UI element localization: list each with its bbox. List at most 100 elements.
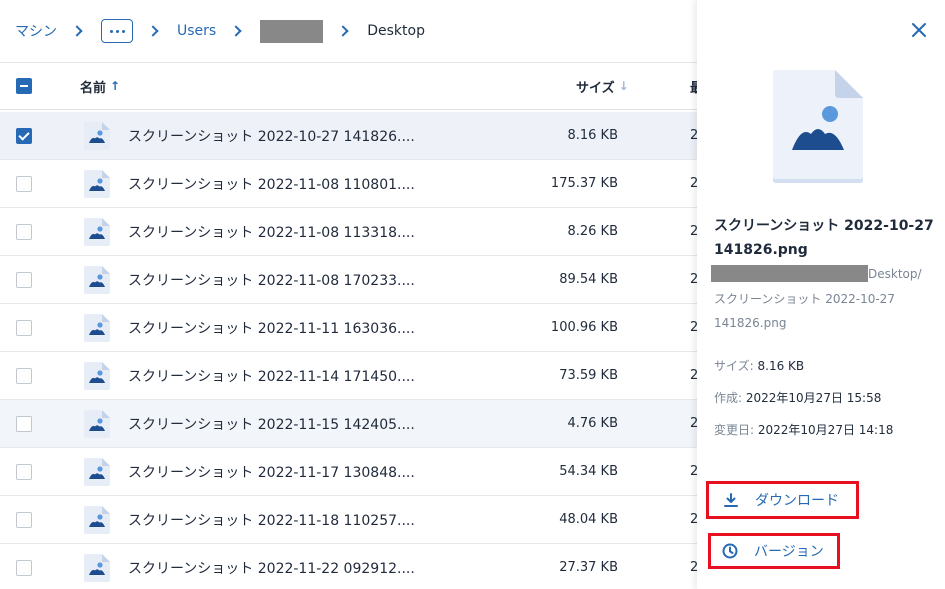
image-file-icon	[84, 121, 110, 150]
column-header-name[interactable]: 名前 ↑	[80, 77, 576, 96]
image-file-icon	[84, 505, 110, 534]
table-row[interactable]: スクリーンショット 2022-11-08 110801.... 175.37 KB…	[0, 160, 697, 208]
meta-size-value: 8.16 KB	[757, 359, 805, 373]
chevron-right-icon	[71, 25, 83, 37]
row-checkbox[interactable]	[16, 319, 32, 336]
row-checkbox[interactable]	[16, 463, 32, 480]
file-title: スクリーンショット 2022-10-27 141826.png	[714, 218, 934, 258]
file-name[interactable]: スクリーンショット 2022-11-15 142405....	[128, 414, 473, 434]
table-row[interactable]: スクリーンショット 2022-11-22 092912.... 27.37 KB 2	[0, 544, 697, 589]
file-size: 89.54 KB	[559, 272, 618, 287]
file-name[interactable]: スクリーンショット 2022-11-17 130848....	[128, 462, 473, 482]
clock-icon	[722, 543, 738, 559]
column-name-label: 名前	[80, 80, 107, 96]
image-file-icon	[84, 361, 110, 390]
meta-created-value: 2022年10月27日 15:58	[745, 391, 882, 405]
row-check-cell	[0, 319, 80, 336]
image-file-icon	[84, 169, 110, 198]
row-check-cell	[0, 415, 80, 432]
meta-modified-value: 2022年10月27日 14:18	[757, 423, 894, 437]
download-button[interactable]: ダウンロード	[706, 481, 859, 519]
table-row[interactable]: スクリーンショット 2022-11-11 163036.... 100.96 KB…	[0, 304, 697, 352]
details-panel: スクリーンショット 2022-10-27 141826.png Desktop/…	[697, 0, 945, 589]
file-date: 2	[690, 128, 697, 143]
meta-size-label: サイズ:	[714, 359, 754, 373]
row-check-cell	[0, 511, 80, 528]
row-check-cell	[0, 463, 80, 480]
row-checkbox[interactable]	[16, 271, 32, 288]
file-name[interactable]: スクリーンショット 2022-11-22 092912....	[128, 558, 473, 578]
table-row[interactable]: スクリーンショット 2022-11-14 171450.... 73.59 KB 2	[0, 352, 697, 400]
sort-ascending-icon: ↑	[110, 79, 121, 93]
file-date: 2	[690, 224, 697, 239]
version-button[interactable]: バージョン	[708, 533, 840, 569]
chevron-right-icon	[230, 25, 242, 37]
meta-created: 作成: 2022年10月27日 15:58	[714, 389, 881, 406]
version-label: バージョン	[754, 544, 824, 560]
select-all-checkbox[interactable]	[16, 78, 32, 94]
breadcrumb-redacted-user[interactable]	[260, 19, 324, 43]
row-checkbox[interactable]	[16, 367, 32, 384]
row-checkbox[interactable]	[16, 415, 32, 432]
breadcrumb-machine[interactable]: マシン	[15, 21, 57, 41]
image-file-icon	[84, 409, 110, 438]
image-file-icon	[84, 553, 110, 582]
meta-size: サイズ: 8.16 KB	[714, 357, 804, 374]
row-checkbox[interactable]	[16, 511, 32, 528]
row-check-cell	[0, 127, 80, 144]
file-path: Desktop/	[711, 265, 922, 282]
table-row[interactable]: スクリーンショット 2022-11-08 170233.... 89.54 KB 2	[0, 256, 697, 304]
list-header: 名前 ↑ サイズ ↓ 最	[0, 62, 697, 110]
close-icon[interactable]	[911, 22, 927, 38]
file-date: 2	[690, 272, 697, 287]
file-size: 175.37 KB	[550, 176, 618, 191]
file-date: 2	[690, 560, 697, 575]
file-name[interactable]: スクリーンショット 2022-11-08 113318....	[128, 222, 473, 242]
chevron-right-icon	[147, 25, 159, 37]
row-checkbox[interactable]	[16, 127, 32, 144]
column-header-modified[interactable]: 最	[690, 77, 697, 96]
row-check-cell	[0, 367, 80, 384]
file-name[interactable]: スクリーンショット 2022-11-08 170233....	[128, 270, 473, 290]
file-name[interactable]: スクリーンショット 2022-10-27 141826....	[128, 126, 473, 146]
file-size: 8.26 KB	[567, 224, 618, 239]
file-name[interactable]: スクリーンショット 2022-11-14 171450....	[128, 366, 473, 386]
column-size-label: サイズ	[576, 80, 615, 96]
meta-modified: 変更日: 2022年10月27日 14:18	[714, 421, 893, 438]
image-file-icon	[84, 457, 110, 486]
file-date: 2	[690, 176, 697, 191]
dot-icon	[121, 29, 125, 33]
table-row[interactable]: スクリーンショット 2022-11-18 110257.... 48.04 KB 2	[0, 496, 697, 544]
image-file-icon	[84, 265, 110, 294]
file-date: 2	[690, 320, 697, 335]
file-date: 2	[690, 464, 697, 479]
file-name[interactable]: スクリーンショット 2022-11-18 110257....	[128, 510, 473, 530]
row-check-cell	[0, 175, 80, 192]
image-file-preview-icon	[773, 70, 863, 183]
row-checkbox[interactable]	[16, 175, 32, 192]
breadcrumb-more-button[interactable]	[101, 19, 133, 43]
table-row[interactable]: スクリーンショット 2022-11-08 113318.... 8.26 KB 2	[0, 208, 697, 256]
breadcrumb: マシン Users Desktop	[0, 0, 697, 62]
file-size: 100.96 KB	[550, 320, 618, 335]
file-name[interactable]: スクリーンショット 2022-11-11 163036....	[128, 318, 473, 338]
file-list: 名前 ↑ サイズ ↓ 最 スクリーンショット 2022-10-27 141826…	[0, 62, 697, 589]
column-header-size[interactable]: サイズ ↓	[576, 77, 686, 96]
file-path-rest: スクリーンショット 2022-10-27 141826.png	[714, 292, 895, 330]
table-row[interactable]: スクリーンショット 2022-11-17 130848.... 54.34 KB 2	[0, 448, 697, 496]
file-size: 8.16 KB	[567, 128, 618, 143]
file-name[interactable]: スクリーンショット 2022-11-08 110801....	[128, 174, 473, 194]
file-date: 2	[690, 512, 697, 527]
file-size: 54.34 KB	[559, 464, 618, 479]
table-row[interactable]: スクリーンショット 2022-11-15 142405.... 4.76 KB 2	[0, 400, 697, 448]
file-rows: スクリーンショット 2022-10-27 141826.... 8.16 KB 2 ス…	[0, 112, 697, 589]
row-checkbox[interactable]	[16, 559, 32, 576]
file-size: 4.76 KB	[567, 416, 618, 431]
table-row[interactable]: スクリーンショット 2022-10-27 141826.... 8.16 KB 2	[0, 112, 697, 160]
file-date: 2	[690, 368, 697, 383]
sort-descending-icon: ↓	[618, 79, 629, 93]
breadcrumb-users[interactable]: Users	[177, 23, 216, 39]
download-icon	[724, 493, 738, 507]
row-checkbox[interactable]	[16, 223, 32, 240]
row-check-cell	[0, 271, 80, 288]
